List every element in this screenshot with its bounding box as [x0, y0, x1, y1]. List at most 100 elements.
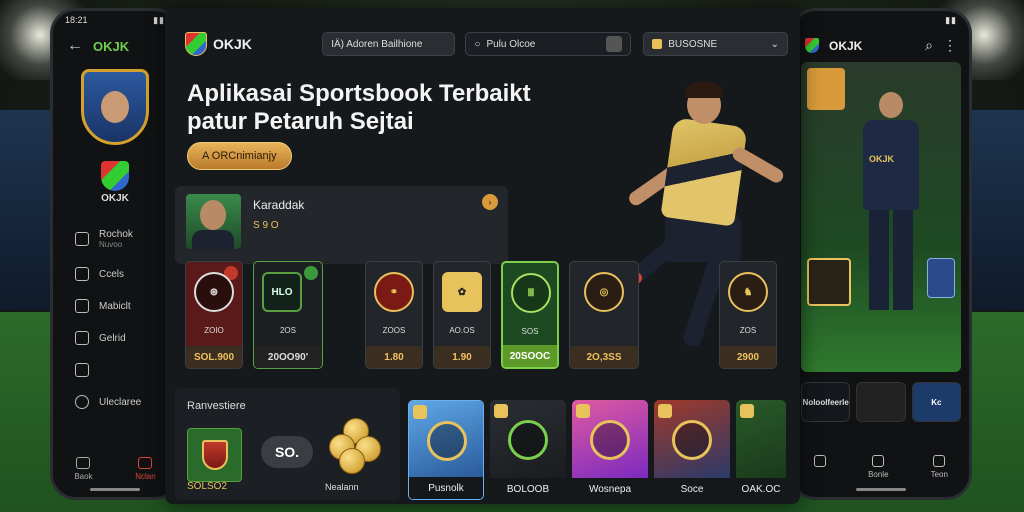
menu-item-rochok[interactable]: Rochok Nuvoo	[53, 220, 177, 258]
club-emblem-icon: ♞	[728, 272, 768, 312]
odds-card-value: 20OO90'	[254, 346, 322, 368]
player-image: OKJK	[856, 92, 926, 322]
club-crest-image	[81, 69, 149, 145]
game-tile-art	[490, 400, 566, 478]
chevron-right-icon[interactable]: ›	[482, 194, 498, 210]
menu-item-mabiclt[interactable]: Mabiclt	[53, 290, 177, 322]
status-icons: ▮▮	[153, 14, 165, 25]
home-icon	[76, 457, 91, 469]
badge-icon	[304, 266, 318, 280]
right-phone-bottom-nav: Bonle Teon	[793, 455, 969, 479]
menu-item-label: Rochok	[99, 229, 133, 240]
menu-item-ccels[interactable]: Ccels	[53, 258, 177, 290]
main-logo[interactable]: OKJK	[185, 32, 300, 56]
menu-item-label: Mabiclt	[99, 300, 131, 312]
headline-line-2: patur Petaruh Sejtai	[187, 107, 414, 135]
match-icon	[75, 299, 89, 313]
rewards-footer-left: SOLSO2	[187, 481, 228, 492]
game-tile[interactable]: BOLOOB	[490, 400, 566, 500]
filter-dropdown[interactable]: IÄ) Adoren Bailhione	[322, 32, 456, 56]
shield-logo-icon	[185, 32, 207, 56]
odds-card-value: 1.90	[434, 346, 490, 368]
odds-card-selected[interactable]: Ⅲ SOS 20SOOC	[501, 261, 559, 369]
odds-card[interactable]: HLO 2OS 20OO90'	[253, 261, 323, 369]
back-icon[interactable]: ←	[67, 37, 83, 55]
odds-card-value: SOL.900	[186, 346, 242, 368]
club-badge-icon[interactable]	[807, 68, 845, 110]
promo-tile[interactable]	[856, 382, 906, 422]
featured-player-meta: S 9 O	[253, 220, 279, 231]
game-tile[interactable]: Pusnolk	[408, 400, 484, 500]
game-tile[interactable]: Soce	[654, 400, 730, 500]
team-badge-icon[interactable]	[927, 258, 955, 298]
status-icons: ▮▮	[945, 14, 957, 25]
odds-card[interactable]: ♞ ZOS 2900	[719, 261, 777, 369]
odds-card-value: 2900	[720, 346, 776, 368]
game-tile[interactable]: Wosnepa	[572, 400, 648, 500]
more-icon[interactable]: ⋮	[943, 37, 957, 54]
search-icon[interactable]: ⌕	[925, 37, 933, 54]
nav-team[interactable]: Teon	[931, 455, 948, 479]
search-button-icon[interactable]	[606, 36, 623, 52]
home-icon	[814, 455, 827, 467]
promo-tile[interactable]: Noloolfeerle	[801, 382, 851, 422]
left-phone-menu: Rochok Nuvoo Ccels Mabiclt Gelrid Uleclar…	[53, 220, 177, 418]
menu-item-sublabel: Nuvoo	[99, 240, 123, 249]
nav-home[interactable]	[814, 455, 827, 479]
left-phone-bottom-nav: Baok Nclan	[53, 457, 177, 481]
card-gap	[649, 261, 709, 369]
odds-card[interactable]: ◎ 2O,3SS	[569, 261, 639, 369]
chart-icon	[75, 331, 89, 345]
game-tile-caption: Pusnolk	[409, 477, 483, 499]
cta-button[interactable]: A ORCnimianjy	[187, 142, 292, 170]
sports-icon	[75, 232, 89, 246]
game-tile-caption: Wosnepa	[572, 478, 648, 500]
main-app-window: OKJK IÄ) Adoren Bailhione ○ Pulu Olcoe B…	[165, 8, 800, 504]
odds-card-row: ⊛ ZOIO SOL.900 HLO 2OS 20OO90' ⚭ ZOOS 1.…	[185, 261, 777, 369]
user-icon	[933, 455, 946, 467]
odds-card-value: 20SOOC	[503, 345, 557, 367]
reward-value-pill[interactable]: SO.	[261, 436, 313, 468]
featured-player-panel[interactable]: Karaddak S 9 O ›	[175, 186, 508, 264]
main-toolbar: OKJK IÄ) Adoren Bailhione ○ Pulu Olcoe B…	[165, 8, 800, 64]
odds-card[interactable]: ✿ AO.OS 1.90	[433, 261, 491, 369]
menu-item-label: Gelrid	[99, 332, 126, 344]
filter-label: IÄ) Adoren Bailhione	[331, 38, 423, 50]
left-phone: 18:21 ▮▮ ← OKJK OKJK Rochok Nuvoo Ccels M…	[50, 8, 180, 500]
nav-label: Baok	[74, 472, 93, 481]
rewards-panel[interactable]: Ranvestiere SO. SOLSO2 Nealann	[175, 388, 400, 500]
odds-card[interactable]: ⚭ ZOOS 1.80	[365, 261, 423, 369]
game-tile[interactable]: OAK.OC	[736, 400, 786, 500]
bet-slip-icon	[138, 457, 153, 469]
club-emblem-icon: HLO	[262, 272, 302, 312]
odds-card-label: 2OS	[279, 326, 296, 335]
nav-label: Teon	[930, 470, 948, 479]
left-phone-header: ← OKJK	[53, 29, 177, 63]
menu-item-notification[interactable]	[53, 354, 177, 386]
status-bar: ▮▮	[793, 11, 969, 29]
odds-card-label: ZOIO	[204, 326, 224, 335]
club-chip-icon	[187, 428, 242, 482]
nav-label: Bonle	[868, 470, 889, 479]
menu-item-uleclaree[interactable]: Uleclaree	[53, 386, 177, 418]
main-brand: OKJK	[213, 36, 252, 52]
club-emblem-icon: Ⅲ	[511, 273, 551, 313]
game-tile-caption: Soce	[654, 478, 730, 500]
card-gap	[333, 261, 355, 369]
nav-bonus[interactable]: Bonle	[868, 455, 889, 479]
nav-bets[interactable]: Nclan	[135, 457, 156, 481]
menu-item-gelrid[interactable]: Gelrid	[53, 322, 177, 354]
search-input[interactable]: ○ Pulu Olcoe	[465, 32, 632, 56]
promo-tile[interactable]: Kc	[911, 382, 961, 422]
featured-player-name: Karaddak	[253, 198, 305, 212]
game-tiles-row: Pusnolk BOLOOB Wosnepa Soce OAK.OC	[408, 400, 786, 500]
club-emblem-icon: ⊛	[194, 272, 234, 312]
game-tile-art	[572, 400, 648, 478]
club-shield-icon[interactable]	[807, 258, 851, 306]
search-label: Pulu Olcoe	[486, 38, 536, 50]
coins-icon	[325, 418, 385, 474]
odds-card-value: 2O,3SS	[570, 346, 638, 368]
nav-home[interactable]: Baok	[74, 457, 93, 481]
odds-card[interactable]: ⊛ ZOIO SOL.900	[185, 261, 243, 369]
balance-select[interactable]: BUSOSNE ⌄	[643, 32, 788, 56]
